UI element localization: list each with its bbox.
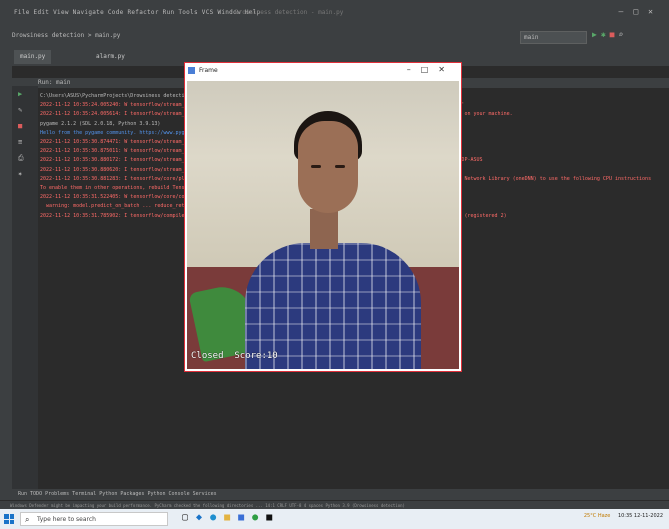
chrome-icon[interactable]: ● [252, 512, 266, 523]
frame-app-icon [188, 67, 195, 74]
taskbar-clock[interactable]: 10:35 12-11-2022 [618, 513, 663, 519]
frame-title-bar[interactable]: Frame –□✕ [185, 63, 461, 79]
taskbar-apps[interactable]: ▢◆●■■●■ [182, 512, 280, 523]
scroll-icon[interactable]: ≡ [18, 138, 22, 146]
pin-icon[interactable]: ✶ [18, 170, 22, 178]
run-panel-title: Run: main [38, 79, 71, 86]
frame-title: Frame [199, 67, 218, 74]
bottom-tool-tabs[interactable]: Run TODO Problems Terminal Python Packag… [0, 489, 669, 500]
search-icon: ⌕ [25, 515, 30, 524]
webcam-video-feed: Closed Score:10 [187, 81, 459, 369]
file-explorer-icon[interactable]: ■ [224, 512, 238, 523]
store-icon[interactable]: ■ [238, 512, 252, 523]
breadcrumb[interactable]: Drowsiness detection > main.py [12, 32, 120, 39]
edge-icon[interactable]: ● [210, 512, 224, 523]
ide-window-controls[interactable]: –□✕ [619, 7, 663, 16]
ide-menu-bar[interactable]: File Edit View Navigate Code Refactor Ru… [14, 9, 260, 16]
tab-main[interactable]: main.py [14, 50, 52, 64]
pycharm-icon[interactable]: ■ [266, 512, 280, 523]
windows-taskbar: ⌕ Type here to search ▢◆●■■●■ 25°C Haze … [0, 509, 669, 529]
video-left-eye [311, 165, 321, 168]
drowsiness-status-text: Closed Score:10 [191, 351, 278, 361]
taskbar-search-placeholder: Type here to search [37, 516, 96, 523]
ide-status-bar: Windows Defender might be impacting your… [0, 500, 669, 509]
run-icon[interactable]: ▶ [592, 30, 601, 39]
print-icon[interactable]: ⎙ [18, 154, 24, 163]
video-right-eye [335, 165, 345, 168]
ide-toolbar: Drowsiness detection > main.py main ▶✱■⌕ [0, 26, 669, 49]
system-tray[interactable]: 25°C Haze 10:35 12-11-2022 [584, 513, 663, 519]
frame-window-controls[interactable]: –□✕ [407, 65, 455, 74]
widgets-icon[interactable]: ◆ [196, 512, 210, 523]
search-icon[interactable]: ⌕ [618, 30, 627, 39]
windows-start-icon[interactable] [4, 514, 14, 524]
left-tool-strip[interactable] [0, 66, 12, 489]
video-person-neck [310, 209, 338, 249]
toolbar-icons[interactable]: ▶✱■⌕ [592, 30, 627, 39]
tab-alarm[interactable]: alarm.py [90, 50, 131, 64]
rerun-icon[interactable]: ▶ [18, 90, 22, 98]
task-view-icon[interactable]: ▢ [182, 512, 196, 523]
video-person-face [298, 121, 358, 213]
weather-widget[interactable]: 25°C Haze [584, 513, 610, 519]
ide-title-bar: File Edit View Navigate Code Refactor Ru… [0, 0, 669, 26]
run-config-select[interactable]: main [520, 31, 587, 44]
stop-icon[interactable]: ■ [18, 122, 22, 130]
frame-window[interactable]: Frame –□✕ Closed Score:10 [184, 62, 462, 372]
taskbar-search-input[interactable]: ⌕ Type here to search [20, 512, 168, 526]
run-panel-gutter: ▶ ✎ ■ ≡ ⎙ ✶ [12, 86, 38, 489]
wrench-icon[interactable]: ✎ [18, 106, 22, 114]
ide-project-title: Drowsiness detection - main.py [235, 9, 344, 16]
debug-icon[interactable]: ✱ [601, 30, 610, 39]
